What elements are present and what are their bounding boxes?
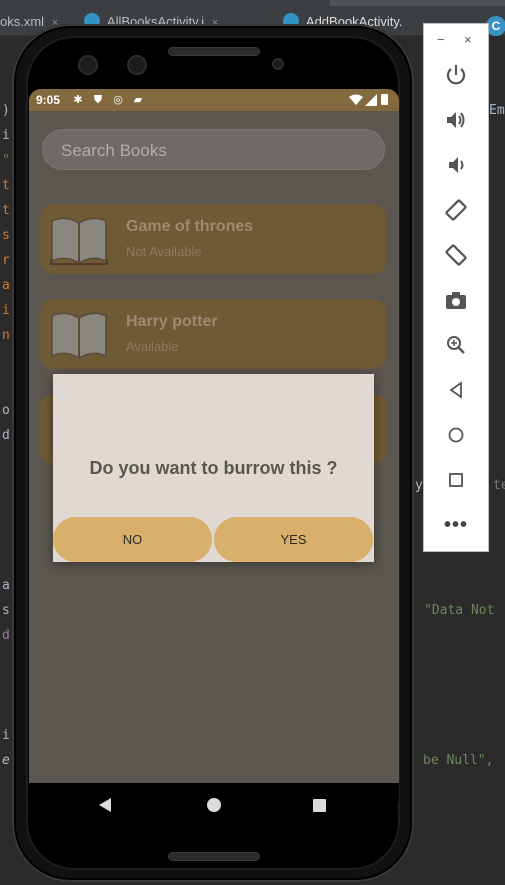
- battery-icon: [381, 94, 388, 105]
- code-fragment: d: [2, 428, 10, 443]
- code-fragment-be-null: be Null",: [423, 753, 494, 768]
- sensor-icon: [127, 55, 147, 75]
- cell-signal-icon: [365, 94, 377, 106]
- code-fragment: e: [2, 753, 10, 768]
- code-fragment: t: [2, 203, 10, 218]
- code-fragment: s: [2, 228, 10, 243]
- code-fragment: n: [2, 328, 10, 343]
- back-icon[interactable]: [443, 377, 469, 403]
- rotate-left-icon[interactable]: [443, 197, 469, 223]
- navigation-bar: [29, 783, 399, 828]
- close-icon[interactable]: ×: [464, 32, 472, 47]
- no-button[interactable]: NO: [53, 517, 212, 562]
- camera-icon[interactable]: [443, 287, 469, 313]
- code-fragment: ": [2, 153, 10, 168]
- code-fragment: i: [2, 128, 10, 143]
- code-fragment: y: [415, 478, 423, 493]
- code-fragment: r: [2, 253, 10, 268]
- overview-icon[interactable]: [443, 467, 469, 493]
- home-icon[interactable]: [443, 422, 469, 448]
- ide-top-line: [330, 0, 505, 6]
- minimize-icon[interactable]: −: [437, 32, 445, 47]
- rotate-right-icon[interactable]: [443, 242, 469, 268]
- status-bar: 9:05 ✱ ⛊ ◎ ▰: [29, 89, 399, 111]
- code-fragment: i: [2, 303, 10, 318]
- book-availability: Not Available: [126, 244, 202, 259]
- book-title: Game of thrones: [126, 218, 254, 235]
- code-fragment: a: [2, 578, 10, 593]
- power-icon[interactable]: [443, 62, 469, 88]
- volume-up-icon[interactable]: [443, 107, 469, 133]
- settings-gear-icon: ✱: [73, 94, 83, 106]
- code-fragment: ): [2, 103, 10, 118]
- speaker-grille-top: [168, 47, 260, 56]
- ide-tab-label: oks.xml: [0, 14, 45, 29]
- volume-down-icon[interactable]: [443, 152, 469, 178]
- code-fragment: te: [493, 478, 505, 493]
- emulator-toolbar: − × •••: [423, 23, 489, 552]
- code-fragment-data-not: "Data Not: [424, 603, 495, 618]
- open-book-icon: [50, 217, 108, 265]
- yes-button[interactable]: YES: [214, 517, 373, 562]
- code-fragment: o: [2, 403, 10, 418]
- data-saver-icon: ◎: [113, 94, 123, 106]
- code-fragment: d: [2, 628, 10, 643]
- sd-card-icon: ▰: [133, 94, 143, 106]
- search-input[interactable]: Search Books: [42, 129, 385, 170]
- dialog-message: Do you want to burrow this ?: [89, 458, 338, 478]
- book-card[interactable]: Game of thrones Not Available: [40, 204, 387, 274]
- code-fragment: t: [2, 178, 10, 193]
- device-screen: 9:05 ✱ ⛊ ◎ ▰ Search Books Game of throne…: [29, 89, 399, 828]
- more-icon[interactable]: •••: [444, 514, 468, 537]
- book-title: Harry potter: [126, 313, 218, 330]
- recents-icon[interactable]: [313, 799, 326, 812]
- code-fragment: s: [2, 603, 10, 618]
- shield-icon: ⛊: [93, 94, 103, 106]
- status-time: 9:05: [36, 93, 61, 107]
- borrow-confirm-dialog: Do you want to burrow this ? NO YES: [53, 374, 374, 562]
- code-fragment: i: [2, 728, 10, 743]
- speaker-grille-bottom: [168, 852, 260, 861]
- code-fragment: Em: [489, 103, 505, 118]
- wifi-icon: [349, 94, 363, 105]
- open-book-icon: [51, 312, 107, 360]
- zoom-icon[interactable]: [443, 332, 469, 358]
- front-camera-icon: [78, 55, 98, 75]
- code-fragment: a: [2, 278, 10, 293]
- proximity-sensor-icon: [272, 58, 284, 70]
- back-icon[interactable]: [99, 798, 111, 812]
- book-availability: Available: [126, 339, 179, 354]
- books-list-screen: Search Books Game of thrones Not Availab…: [29, 111, 399, 783]
- book-card[interactable]: Harry potter Available: [40, 299, 387, 369]
- home-icon[interactable]: [207, 798, 221, 812]
